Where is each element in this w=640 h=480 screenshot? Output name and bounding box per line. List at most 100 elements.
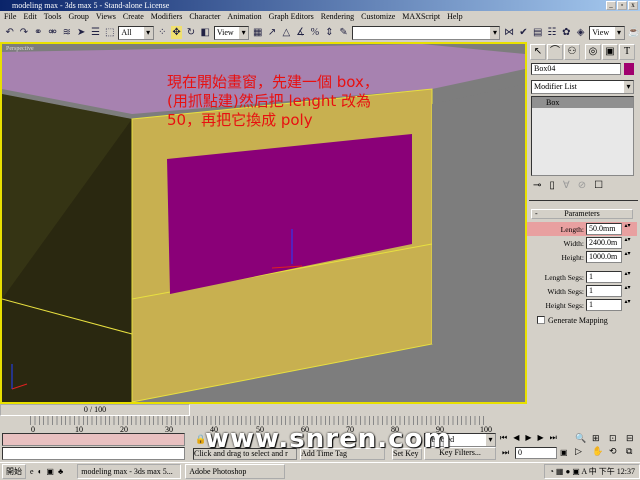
hierarchy-tab-icon[interactable]: ⚇ [564, 44, 580, 60]
minimize-button[interactable]: _ [606, 1, 616, 10]
select-by-name-icon[interactable]: ☰ [90, 26, 101, 39]
menu-tools[interactable]: Tools [44, 11, 62, 23]
perspective-viewport[interactable]: Perspective 現在開始畫窗，先建一個 box， (用抓點建)然后把 l… [0, 42, 527, 404]
menu-graph-editors[interactable]: Graph Editors [269, 11, 314, 23]
height-segs-field[interactable]: 1 [586, 299, 622, 311]
manipulate-icon[interactable]: ↗ [266, 26, 277, 39]
prev-frame-icon[interactable]: ◀ [513, 433, 519, 443]
menu-character[interactable]: Character [189, 11, 220, 23]
task-3dsmax[interactable]: modeling max - 3ds max 5... [77, 464, 182, 479]
link-icon[interactable]: ⚭ [33, 26, 44, 39]
play-icon[interactable]: ▶ [525, 433, 531, 443]
quick-render-icon[interactable]: ☕ [628, 26, 640, 39]
zoom-extents-icon[interactable]: ⊡ [609, 433, 624, 444]
show-end-result-icon[interactable]: ▯ [549, 180, 555, 191]
zoom-extents-all-icon[interactable]: ⊟ [626, 433, 640, 444]
length-field[interactable]: 50.0mm [586, 223, 622, 235]
menu-views[interactable]: Views [96, 11, 116, 23]
menu-create[interactable]: Create [123, 11, 144, 23]
motion-tab-icon[interactable]: ◎ [585, 44, 601, 60]
percent-snap-icon[interactable]: % [309, 26, 320, 39]
arc-rotate-icon[interactable]: ⟲ [609, 446, 624, 457]
named-selection-icon[interactable]: ✎ [338, 26, 349, 39]
goto-end-icon[interactable]: ⏭ [550, 433, 557, 443]
length-segs-field[interactable]: 1 [586, 271, 622, 283]
menu-edit[interactable]: Edit [23, 11, 36, 23]
channel-icon[interactable]: ♣ [58, 467, 63, 476]
object-color-swatch[interactable] [624, 63, 634, 75]
menu-help[interactable]: Help [447, 11, 463, 23]
snap-icon[interactable]: △ [281, 26, 292, 39]
height-field[interactable]: 1000.0m [586, 251, 622, 263]
pivot-icon[interactable]: ▦ [252, 26, 263, 39]
parameters-rollout-header[interactable]: - Parameters [531, 209, 633, 219]
angle-snap-icon[interactable]: ∡ [295, 26, 306, 39]
named-selection-dropdown[interactable] [352, 25, 501, 40]
redo-icon[interactable]: ↷ [18, 26, 29, 39]
desktop-icon[interactable]: ▣ [46, 467, 54, 476]
width-spinner[interactable]: ▴▾ [624, 237, 631, 249]
curve-editor-icon[interactable]: ▤ [532, 26, 543, 39]
close-button[interactable]: x [628, 1, 638, 10]
time-slider[interactable]: 0 / 100 [0, 404, 190, 416]
menu-rendering[interactable]: Rendering [321, 11, 354, 23]
ie-icon[interactable]: e [30, 467, 34, 476]
menu-file[interactable]: File [4, 11, 16, 23]
menu-animation[interactable]: Animation [227, 11, 261, 23]
modifier-list-dropdown[interactable]: Modifier List [531, 80, 634, 94]
create-tab-icon[interactable]: ↖ [530, 44, 546, 60]
stack-item-box[interactable]: Box [532, 97, 633, 108]
start-button[interactable]: 開始 [2, 464, 26, 479]
material-editor-icon[interactable]: ✿ [561, 26, 572, 39]
maximize-button[interactable]: ▫ [617, 1, 627, 10]
tray-icons[interactable]: ◔ ▦ ● ▣ A 中 [549, 467, 599, 476]
unlink-icon[interactable]: ⚮ [47, 26, 58, 39]
rotate-icon[interactable]: ↻ [185, 26, 196, 39]
spinner-snap-icon[interactable]: ⇕ [324, 26, 335, 39]
display-tab-icon[interactable]: ▣ [602, 44, 618, 60]
length-segs-spinner[interactable]: ▴▾ [624, 271, 631, 283]
rect-select-icon[interactable]: ⬚ [104, 26, 115, 39]
move-icon[interactable]: ✥ [170, 26, 183, 39]
configure-sets-icon[interactable]: ☐ [594, 180, 603, 191]
quicklaunch-icon[interactable]: ◐ [38, 467, 43, 476]
ref-coord-dropdown[interactable]: View [213, 25, 250, 40]
select-icon[interactable]: ➤ [75, 26, 86, 39]
menu-group[interactable]: Group [68, 11, 88, 23]
key-mode-toggle-icon[interactable]: ⏭ [502, 448, 509, 458]
length-spinner[interactable]: ▴▾ [624, 223, 631, 235]
bind-space-warp-icon[interactable]: ≋ [61, 26, 72, 39]
width-field[interactable]: 2400.0m [586, 237, 622, 249]
height-spinner[interactable]: ▴▾ [624, 251, 631, 263]
width-segs-field[interactable]: 1 [586, 285, 622, 297]
task-photoshop[interactable]: Adobe Photoshop [185, 464, 286, 479]
generate-mapping-checkbox[interactable] [537, 316, 545, 324]
viewport-label[interactable]: Perspective [6, 46, 34, 52]
render-scene-icon[interactable]: ◈ [575, 26, 586, 39]
zoom-all-icon[interactable]: ⊞ [592, 433, 607, 444]
window-crossing-icon[interactable]: ⁘ [157, 26, 168, 39]
fov-icon[interactable]: ▷ [575, 446, 590, 457]
object-name-field[interactable]: Box04 [531, 63, 621, 75]
make-unique-icon[interactable]: ∀ [563, 180, 570, 191]
scale-icon[interactable]: ◧ [200, 26, 211, 39]
pan-icon[interactable]: ✋ [592, 446, 607, 457]
next-frame-icon[interactable]: ▶ [538, 433, 544, 443]
align-icon[interactable]: ✔ [518, 26, 529, 39]
menu-customize[interactable]: Customize [361, 11, 395, 23]
goto-start-icon[interactable]: ⏮ [500, 433, 507, 443]
selection-filter-dropdown[interactable]: All [118, 25, 154, 40]
maxscript-input[interactable] [2, 447, 185, 460]
height-segs-spinner[interactable]: ▴▾ [624, 299, 631, 311]
pin-stack-icon[interactable]: ⊸ [533, 180, 541, 191]
current-frame-field[interactable]: 0 [515, 447, 557, 459]
maxscript-listener[interactable] [2, 433, 185, 446]
time-config-icon[interactable]: ▣ [560, 448, 568, 457]
menu-maxscript[interactable]: MAXScript [402, 11, 440, 23]
render-type-dropdown[interactable]: View [589, 25, 625, 40]
width-segs-spinner[interactable]: ▴▾ [624, 285, 631, 297]
mirror-icon[interactable]: ⋈ [503, 26, 514, 39]
undo-icon[interactable]: ↶ [4, 26, 15, 39]
modify-tab-icon[interactable]: ⌒ [547, 44, 563, 60]
utilities-tab-icon[interactable]: T [619, 44, 635, 60]
